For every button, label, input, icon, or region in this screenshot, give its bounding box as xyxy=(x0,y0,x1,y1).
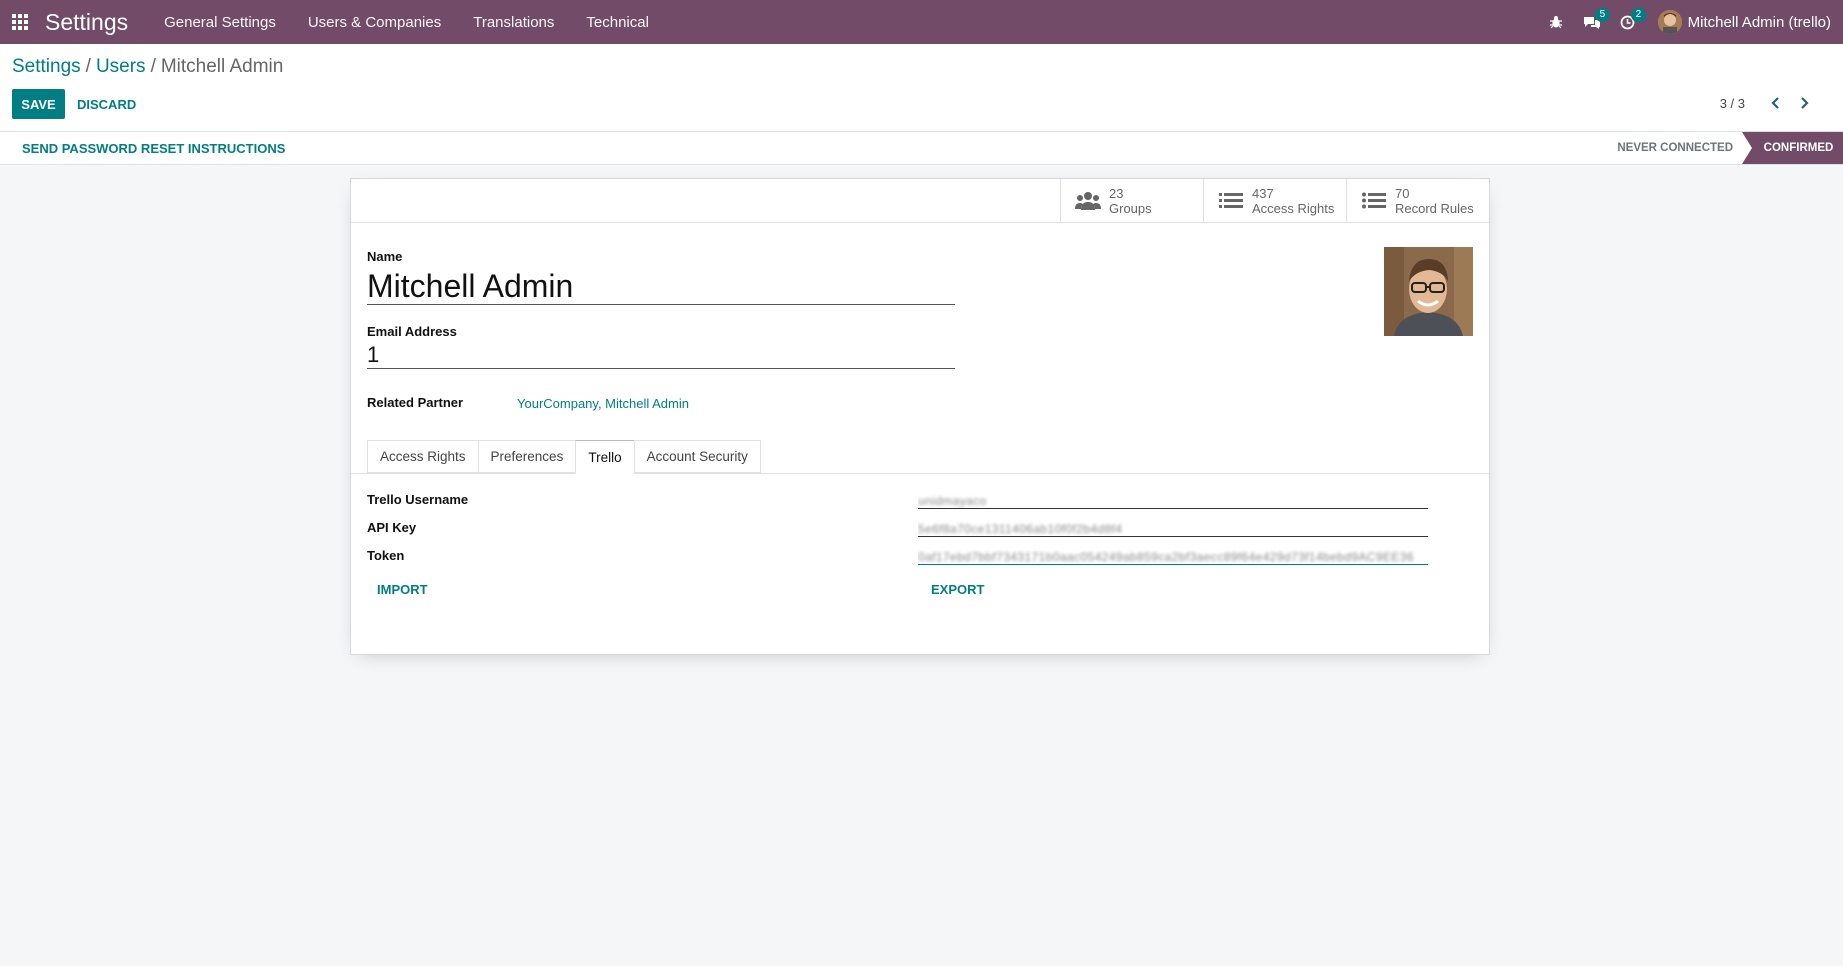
related-partner-label: Related Partner xyxy=(367,395,464,410)
record-rules-label: Record Rules xyxy=(1395,201,1474,216)
name-label: Name xyxy=(367,249,403,264)
pager-previous-icon[interactable] xyxy=(1765,92,1787,114)
groups-stat-button[interactable]: 23 Groups xyxy=(1060,179,1203,223)
breadcrumb-settings[interactable]: Settings xyxy=(12,56,81,77)
smart-button-box: 23 Groups 437 Access Rights 70 Record Ru… xyxy=(351,179,1489,223)
menu-translations[interactable]: Translations xyxy=(457,14,570,31)
breadcrumb-separator: / xyxy=(150,56,156,77)
pager-value[interactable]: 3 / 3 xyxy=(1720,96,1745,111)
user-name: Mitchell Admin (trello) xyxy=(1687,13,1831,31)
import-button[interactable]: IMPORT xyxy=(377,582,428,597)
save-button[interactable]: SAVE xyxy=(12,89,65,119)
user-photo[interactable] xyxy=(1384,247,1473,336)
control-panel: Settings / Users / Mitchell Admin SAVE DISCA… xyxy=(0,44,1843,131)
activities-count-badge: 2 xyxy=(1630,8,1647,22)
name-input[interactable]: Mitchell Admin xyxy=(367,267,955,305)
apps-menu-icon[interactable] xyxy=(0,0,40,44)
breadcrumb-separator: / xyxy=(85,56,91,77)
groups-count: 23 xyxy=(1109,186,1124,201)
groups-label: Groups xyxy=(1109,201,1152,216)
record-rules-count: 70 xyxy=(1395,186,1410,201)
token-value: 0af17ebd7bbf7343171b0aac054249ab859ca2bf… xyxy=(918,550,1414,564)
api-key-label: API Key xyxy=(367,520,417,535)
status-bar: SEND PASSWORD RESET INSTRUCTIONS NEVER C… xyxy=(0,131,1843,165)
tab-account-security[interactable]: Account Security xyxy=(633,440,761,473)
list-icon xyxy=(1218,190,1244,212)
activities-clock-icon[interactable]: 2 xyxy=(1610,0,1647,44)
email-input[interactable]: 1 xyxy=(367,341,955,369)
top-navbar: Settings General Settings Users & Compan… xyxy=(0,0,1843,44)
menu-technical[interactable]: Technical xyxy=(570,14,665,31)
form-sheet: 23 Groups 437 Access Rights 70 Record Ru… xyxy=(350,178,1490,655)
api-key-input[interactable]: 5e6f8a70ce1311406ab10f0f2b4d8f4 xyxy=(918,520,1428,537)
list-bullets-icon xyxy=(1361,190,1387,212)
export-button[interactable]: EXPORT xyxy=(931,582,984,597)
access-rights-count: 437 xyxy=(1252,186,1274,201)
breadcrumb: Settings / Users / Mitchell Admin xyxy=(12,56,283,78)
app-title[interactable]: Settings xyxy=(45,9,128,36)
stage-confirmed: CONFIRMED xyxy=(1742,132,1843,164)
access-rights-stat-button[interactable]: 437 Access Rights xyxy=(1203,179,1346,223)
breadcrumb-current: Mitchell Admin xyxy=(160,56,284,77)
email-label: Email Address xyxy=(367,324,457,339)
pager-next-icon[interactable] xyxy=(1793,92,1815,114)
stage-never-connected: NEVER CONNECTED xyxy=(1617,142,1733,154)
user-avatar xyxy=(1657,10,1682,34)
main-menu: General Settings Users & Companies Trans… xyxy=(148,14,665,31)
token-input[interactable]: 0af17ebd7bbf7343171b0aac054249ab859ca2bf… xyxy=(918,548,1428,565)
notebook-tabs: Access Rights Preferences Trello Account… xyxy=(367,440,761,474)
users-group-icon xyxy=(1075,190,1101,212)
tab-access-rights[interactable]: Access Rights xyxy=(367,440,478,473)
breadcrumb-users[interactable]: Users xyxy=(96,56,146,77)
tab-divider xyxy=(351,473,1489,474)
menu-users-companies[interactable]: Users & Companies xyxy=(292,14,457,31)
api-key-value: 5e6f8a70ce1311406ab10f0f2b4d8f4 xyxy=(918,522,1123,536)
access-rights-label: Access Rights xyxy=(1252,201,1335,216)
messages-count-badge: 5 xyxy=(1594,8,1611,22)
record-rules-stat-button[interactable]: 70 Record Rules xyxy=(1346,179,1489,223)
related-partner-link[interactable]: YourCompany, Mitchell Admin xyxy=(517,396,689,411)
tab-trello[interactable]: Trello xyxy=(575,440,634,474)
messages-icon[interactable]: 5 xyxy=(1574,0,1611,44)
trello-username-input[interactable]: unidmayaco xyxy=(918,492,1428,509)
debug-bug-icon[interactable] xyxy=(1538,0,1574,44)
token-label: Token xyxy=(367,548,405,563)
menu-general-settings[interactable]: General Settings xyxy=(148,14,292,31)
trello-username-label: Trello Username xyxy=(367,492,469,507)
user-menu[interactable]: Mitchell Admin (trello) xyxy=(1657,10,1831,34)
tab-preferences[interactable]: Preferences xyxy=(477,440,576,473)
send-password-reset-button[interactable]: SEND PASSWORD RESET INSTRUCTIONS xyxy=(22,141,285,156)
discard-button[interactable]: DISCARD xyxy=(77,89,136,119)
trello-username-value: unidmayaco xyxy=(918,494,987,508)
